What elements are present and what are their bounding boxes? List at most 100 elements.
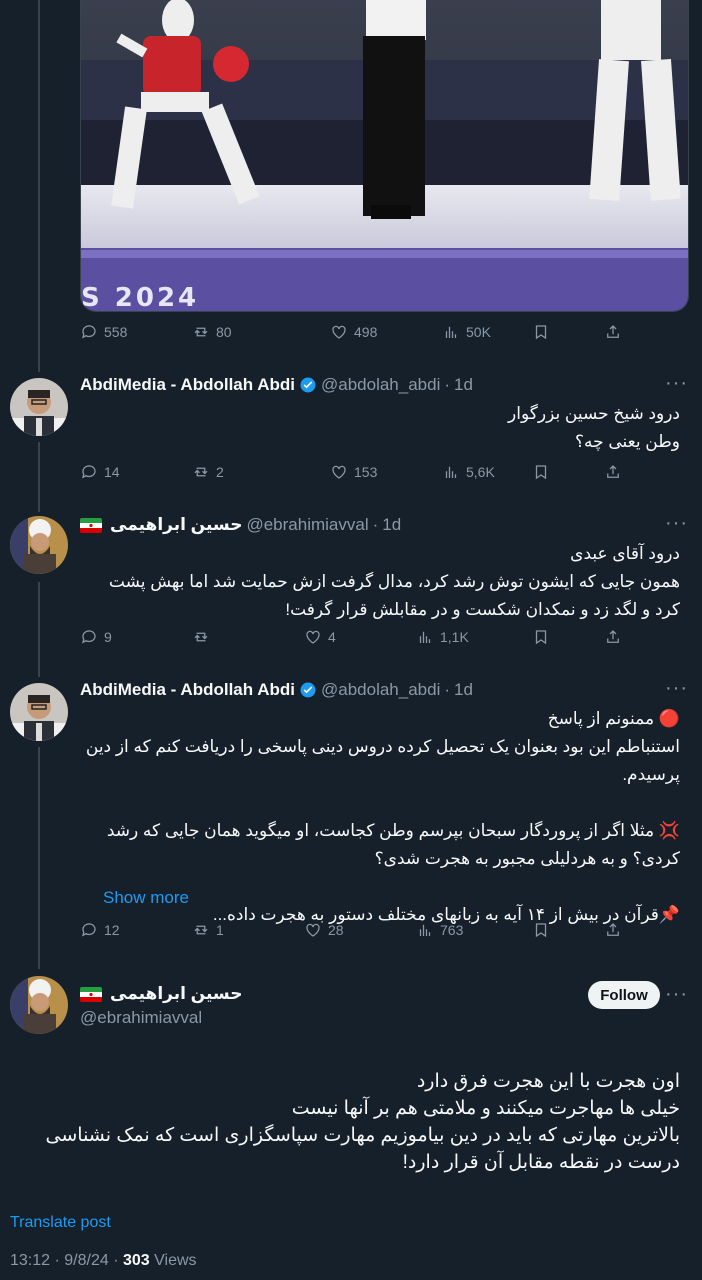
repost-button[interactable]: 80 bbox=[192, 320, 330, 344]
repost-icon bbox=[194, 925, 208, 935]
author-handle[interactable]: @abdolah_abdi bbox=[321, 375, 440, 395]
separator-dot: · bbox=[54, 1252, 65, 1269]
more-options-icon[interactable]: ··· bbox=[665, 677, 688, 700]
reply-actions: 9 4 1,1K bbox=[80, 625, 640, 649]
views-button[interactable]: 763 bbox=[416, 918, 532, 942]
iran-flag-icon bbox=[80, 517, 102, 533]
tweet-header: AbdiMedia - Abdollah Abdi @abdolah_abdi … bbox=[80, 374, 473, 396]
media-post-actions: 558 80 498 50K bbox=[80, 320, 640, 344]
post-date[interactable]: 9/8/24 bbox=[64, 1252, 108, 1269]
bookmark-icon bbox=[535, 923, 547, 938]
post-time[interactable]: 13:12 bbox=[10, 1252, 50, 1269]
taekwondo-photo: S 2024 bbox=[81, 0, 688, 311]
post-media-image[interactable]: S 2024 bbox=[80, 0, 689, 312]
reply-count: 558 bbox=[104, 324, 128, 340]
post-author: حسین ابراهیمی bbox=[80, 983, 242, 1005]
like-button[interactable]: 498 bbox=[330, 320, 442, 344]
like-count: 28 bbox=[328, 922, 344, 938]
views-count: 50K bbox=[466, 324, 491, 340]
author-handle[interactable]: @ebrahimiavval bbox=[246, 515, 368, 535]
verified-badge-icon bbox=[300, 377, 316, 393]
views-icon bbox=[419, 924, 431, 936]
bookmark-icon bbox=[535, 325, 547, 340]
main-post: حسین ابراهیمی @ebrahimiavval ··· اون هجر… bbox=[0, 969, 702, 1280]
reply-button[interactable]: 14 bbox=[80, 460, 192, 484]
reply-icon bbox=[82, 630, 96, 644]
bookmark-button[interactable] bbox=[532, 460, 604, 484]
bookmark-icon bbox=[535, 465, 547, 480]
repost-count: 2 bbox=[216, 464, 224, 480]
post-time[interactable]: 1d bbox=[454, 680, 473, 700]
author-handle[interactable]: @ebrahimiavval bbox=[80, 1008, 202, 1028]
avatar-ebrahimi-image bbox=[10, 976, 68, 1034]
repost-count: 1 bbox=[216, 922, 224, 938]
separator-dot: · bbox=[444, 375, 451, 394]
post-time[interactable]: 1d bbox=[454, 375, 473, 395]
avatar[interactable] bbox=[10, 976, 68, 1034]
views-icon bbox=[445, 326, 457, 338]
repost-icon bbox=[194, 632, 208, 642]
separator-dot: · bbox=[444, 680, 451, 699]
reply-tweet[interactable]: حسین ابراهیمی @ebrahimiavval · 1d ··· در… bbox=[0, 512, 702, 677]
share-button[interactable] bbox=[604, 625, 622, 649]
share-button[interactable] bbox=[604, 320, 622, 344]
views-button[interactable]: 5,6K bbox=[442, 460, 532, 484]
more-options-icon[interactable]: ··· bbox=[665, 372, 688, 395]
author-name[interactable]: AbdiMedia - Abdollah Abdi bbox=[80, 680, 295, 700]
heart-icon bbox=[332, 465, 346, 479]
avatar[interactable] bbox=[10, 683, 68, 741]
heart-icon bbox=[332, 325, 346, 339]
author-name[interactable]: حسین ابراهیمی bbox=[110, 984, 242, 1004]
separator-dot: · bbox=[113, 1252, 123, 1269]
more-options-icon[interactable]: ··· bbox=[665, 983, 688, 1006]
repost-button[interactable] bbox=[192, 625, 304, 649]
author-name[interactable]: AbdiMedia - Abdollah Abdi bbox=[80, 375, 295, 395]
iran-flag-icon bbox=[80, 986, 102, 1002]
heart-icon bbox=[306, 630, 320, 644]
share-button[interactable] bbox=[604, 918, 622, 942]
like-count: 498 bbox=[354, 324, 378, 340]
reply-button[interactable]: 558 bbox=[80, 320, 192, 344]
heart-icon bbox=[306, 923, 320, 937]
reply-actions: 14 2 153 5,6K bbox=[80, 460, 640, 484]
repost-icon bbox=[194, 467, 208, 477]
views-button[interactable]: 50K bbox=[442, 320, 532, 344]
views-count: 5,6K bbox=[466, 464, 495, 480]
post-time[interactable]: 1d bbox=[382, 515, 401, 535]
author-name[interactable]: حسین ابراهیمی bbox=[110, 515, 242, 535]
avatar[interactable] bbox=[10, 378, 68, 436]
author-handle[interactable]: @abdolah_abdi bbox=[321, 680, 440, 700]
like-button[interactable]: 28 bbox=[304, 918, 416, 942]
share-icon bbox=[607, 325, 619, 338]
like-button[interactable]: 4 bbox=[304, 625, 416, 649]
views-count: 303 bbox=[123, 1252, 150, 1269]
views-label: Views bbox=[154, 1252, 197, 1269]
show-more-link[interactable]: Show more bbox=[103, 888, 189, 908]
tweet-text: درود شیخ حسین بزرگوار وطن یعنی چه؟ bbox=[508, 404, 680, 451]
repost-icon bbox=[194, 327, 208, 337]
bookmark-button[interactable] bbox=[532, 918, 604, 942]
repost-button[interactable]: 2 bbox=[192, 460, 330, 484]
views-button[interactable]: 1,1K bbox=[416, 625, 532, 649]
reply-tweet[interactable]: AbdiMedia - Abdollah Abdi @abdolah_abdi … bbox=[0, 372, 702, 512]
reply-count: 9 bbox=[104, 629, 112, 645]
reply-button[interactable]: 9 bbox=[80, 625, 192, 649]
reply-button[interactable]: 12 bbox=[80, 918, 192, 942]
bookmark-button[interactable] bbox=[532, 625, 604, 649]
avatar[interactable] bbox=[10, 516, 68, 574]
avatar-abdi-image bbox=[10, 683, 68, 741]
views-icon bbox=[419, 631, 431, 643]
translate-post-link[interactable]: Translate post bbox=[10, 1214, 111, 1232]
follow-button[interactable]: Follow bbox=[588, 981, 660, 1009]
share-button[interactable] bbox=[604, 460, 622, 484]
avatar-ebrahimi-image bbox=[10, 516, 68, 574]
reply-icon bbox=[82, 325, 96, 339]
bookmark-button[interactable] bbox=[532, 320, 604, 344]
repost-button[interactable]: 1 bbox=[192, 918, 304, 942]
tweet-header: حسین ابراهیمی @ebrahimiavval · 1d bbox=[80, 514, 401, 536]
like-count: 153 bbox=[354, 464, 378, 480]
bookmark-icon bbox=[535, 630, 547, 645]
views-count: 763 bbox=[440, 922, 464, 938]
like-button[interactable]: 153 bbox=[330, 460, 442, 484]
more-options-icon[interactable]: ··· bbox=[665, 512, 688, 535]
